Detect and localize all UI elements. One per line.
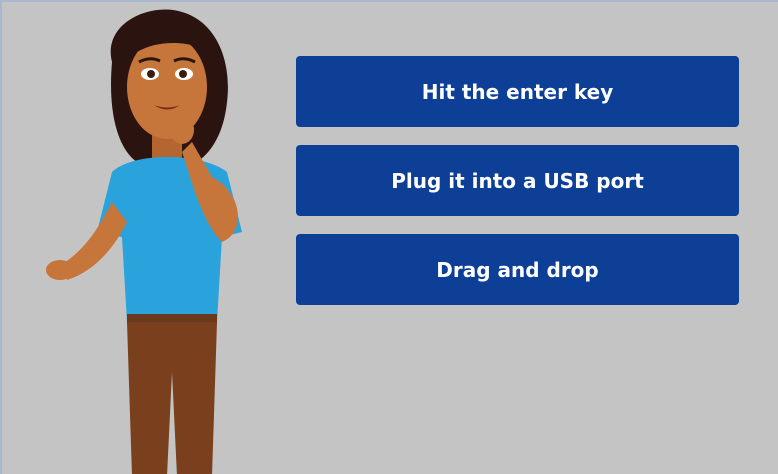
presenter-illustration — [46, 9, 242, 474]
option-label: Hit the enter key — [421, 79, 614, 104]
option-label: Drag and drop — [436, 257, 599, 282]
answer-options: Hit the enter key Plug it into a USB por… — [296, 56, 739, 323]
option-button-drag-drop[interactable]: Drag and drop — [296, 234, 739, 305]
option-label: Plug it into a USB port — [391, 168, 644, 193]
option-button-usb-port[interactable]: Plug it into a USB port — [296, 145, 739, 216]
quiz-slide: Hit the enter key Plug it into a USB por… — [0, 0, 778, 474]
option-button-enter-key[interactable]: Hit the enter key — [296, 56, 739, 127]
pants — [127, 322, 217, 474]
